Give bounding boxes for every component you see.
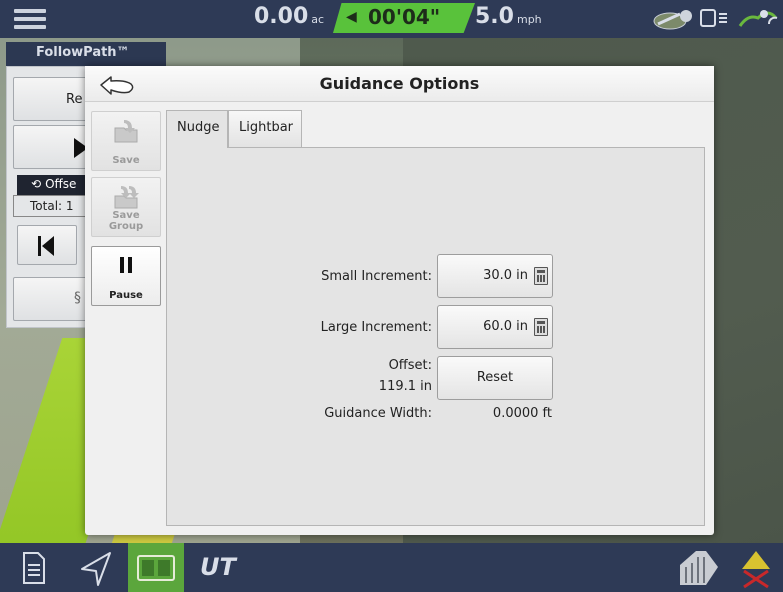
reset-label: Reset xyxy=(476,370,514,385)
reset-button[interactable]: Reset xyxy=(437,356,553,400)
tab-lightbar[interactable]: Lightbar xyxy=(228,110,302,147)
hamburger-icon-line xyxy=(14,25,46,29)
warning-triangle-icon xyxy=(742,551,770,589)
menu-button[interactable] xyxy=(6,4,56,34)
small-increment-label: Small Increment: xyxy=(321,269,432,284)
document-button[interactable] xyxy=(6,543,62,592)
area-unit: ac xyxy=(311,13,325,26)
guidance-options-dialog: Guidance Options Save Save Group Pause N… xyxy=(85,66,714,535)
guidance-width-label: Guidance Width: xyxy=(324,406,432,421)
save-button[interactable]: Save xyxy=(91,111,161,171)
save-folder-icon xyxy=(114,120,138,143)
dialog-header: Guidance Options xyxy=(85,66,714,102)
dialog-title: Guidance Options xyxy=(319,74,480,93)
pause-icon xyxy=(120,257,132,273)
split-screen-button[interactable] xyxy=(128,543,184,592)
save-group-button[interactable]: Save Group xyxy=(91,177,161,237)
offset-label: Offset: xyxy=(388,358,432,373)
followpath-extra-button[interactable]: § xyxy=(13,277,93,321)
tab-nudge[interactable]: Nudge xyxy=(166,110,228,148)
implement-status-icon xyxy=(653,10,692,30)
play-icon xyxy=(74,138,88,158)
area-value: 0.00 xyxy=(254,4,309,29)
status-icons[interactable] xyxy=(650,6,780,32)
save-group-folder-icon xyxy=(114,186,139,209)
top-status-bar: 0.00 ac ◀ 00'04" 5.0 mph xyxy=(0,0,783,38)
calculator-icon xyxy=(534,318,548,336)
speed-value: 5.0 xyxy=(475,4,514,29)
gps-signal-icon xyxy=(738,10,778,27)
bottom-nav-bar: UT xyxy=(0,543,783,592)
split-screen-icon xyxy=(137,555,175,581)
display-icon xyxy=(700,9,727,27)
save-group-label: Save Group xyxy=(108,210,144,232)
small-increment-button[interactable]: 30.0 in xyxy=(437,254,553,298)
nudge-tab-panel: Small Increment: 30.0 in Large Increment… xyxy=(166,147,705,526)
small-increment-value: 30.0 in xyxy=(483,268,528,283)
speed-unit: mph xyxy=(516,13,542,26)
implement-sections-button[interactable] xyxy=(672,543,728,592)
offset-label: Offse xyxy=(45,177,77,191)
universal-terminal-button[interactable]: UT xyxy=(190,543,246,592)
refresh-icon: ⟲ xyxy=(31,177,42,191)
area-readout[interactable]: 0.00 ac xyxy=(254,4,324,29)
skip-back-icon xyxy=(38,236,54,256)
speed-readout[interactable]: 5.0 mph xyxy=(475,4,542,29)
swirl-icon: § xyxy=(74,290,81,306)
navigation-arrow-icon xyxy=(81,552,111,586)
document-icon xyxy=(23,552,45,584)
ut-label: UT xyxy=(200,553,236,581)
large-increment-value: 60.0 in xyxy=(483,319,528,334)
guidance-button[interactable] xyxy=(68,543,124,592)
calculator-icon xyxy=(534,267,548,285)
followpath-play-button[interactable] xyxy=(13,125,93,169)
timer-value: 00'04" xyxy=(368,5,441,29)
followpath-reset-button[interactable]: Re xyxy=(13,77,93,121)
save-label: Save xyxy=(112,155,140,166)
pause-button[interactable]: Pause xyxy=(91,246,161,306)
guidance-width-value: 0.0000 ft xyxy=(492,406,552,421)
followpath-skip-back-button[interactable] xyxy=(17,225,77,265)
large-increment-label: Large Increment: xyxy=(320,320,432,335)
large-increment-button[interactable]: 60.0 in xyxy=(437,305,553,349)
followpath-header: FollowPath™ xyxy=(6,42,166,66)
offset-value: 119.1 in xyxy=(378,379,432,394)
implement-sections-icon xyxy=(680,551,718,585)
pause-label: Pause xyxy=(109,290,143,301)
left-arrow-icon: ◀ xyxy=(346,9,357,25)
hamburger-icon-line xyxy=(14,17,46,21)
warning-button[interactable] xyxy=(728,543,783,592)
hamburger-icon-line xyxy=(14,9,46,13)
